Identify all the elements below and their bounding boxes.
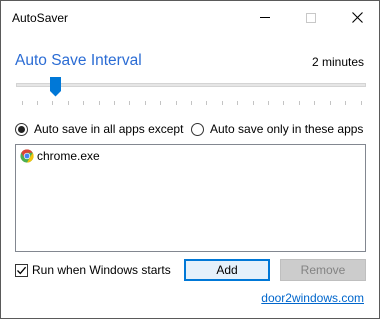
title-bar[interactable]: AutoSaver: [1, 1, 379, 34]
list-item[interactable]: chrome.exe: [20, 149, 100, 163]
radio-label: Auto save in all apps except: [34, 122, 184, 136]
slider-tick: [21, 101, 23, 105]
window-title: AutoSaver: [12, 11, 69, 25]
checkmark-icon: [17, 266, 27, 274]
radio-all-apps-except[interactable]: Auto save in all apps except: [15, 122, 183, 136]
chrome-icon: [20, 149, 34, 163]
radio-button-icon[interactable]: [15, 122, 28, 136]
slider-tick: [360, 101, 362, 105]
slider-thumb-icon: [49, 77, 61, 97]
list-item-label: chrome.exe: [37, 149, 100, 163]
remove-button: Remove: [280, 259, 366, 281]
slider-tick: [221, 101, 223, 105]
run-on-start-checkbox[interactable]: Run when Windows starts: [15, 263, 171, 277]
radio-label: Auto save only in these apps: [210, 122, 364, 136]
slider-tick: [129, 101, 131, 105]
slider-tick: [36, 101, 38, 105]
slider-tick: [83, 101, 85, 105]
slider-tick: [113, 101, 115, 105]
slider-tick: [98, 101, 100, 105]
radio-selected-dot: [18, 125, 25, 133]
slider-tick: [144, 101, 146, 105]
interval-heading: Auto Save Interval: [15, 52, 142, 69]
radio-button-icon[interactable]: [191, 122, 204, 136]
slider-thumb[interactable]: [49, 77, 61, 97]
slider-ticks: [16, 101, 366, 105]
slider-tick: [175, 101, 177, 105]
slider-tick: [252, 101, 254, 105]
slider-tick: [191, 101, 192, 105]
add-button[interactable]: Add: [184, 259, 270, 281]
interval-slider[interactable]: [16, 74, 366, 105]
maximize-button: [288, 1, 334, 34]
minimize-button[interactable]: [242, 1, 288, 34]
autosaver-window: AutoSaver Auto Save Interval 2 minutes A…: [0, 0, 380, 319]
slider-tick: [237, 101, 239, 105]
maximize-icon: [306, 12, 316, 23]
slider-tick: [345, 101, 347, 105]
radio-only-these-apps[interactable]: Auto save only in these apps: [191, 122, 363, 136]
slider-tick: [206, 101, 208, 105]
minimize-icon: [260, 17, 270, 18]
slider-tick: [67, 101, 69, 105]
slider-track[interactable]: [16, 83, 366, 87]
close-icon: [351, 12, 363, 23]
app-list[interactable]: chrome.exe: [15, 144, 366, 252]
interval-value-label: 2 minutes: [311, 55, 364, 69]
slider-tick: [329, 101, 331, 105]
slider-tick: [314, 101, 316, 105]
slider-tick: [268, 101, 270, 105]
run-on-start-label: Run when Windows starts: [32, 263, 171, 277]
checkbox-box[interactable]: [15, 263, 28, 277]
close-button[interactable]: [334, 1, 380, 34]
slider-tick: [160, 101, 162, 105]
slider-tick: [52, 101, 54, 105]
slider-tick: [283, 101, 285, 105]
slider-tick: [298, 101, 300, 105]
website-link[interactable]: door2windows.com: [261, 291, 364, 305]
